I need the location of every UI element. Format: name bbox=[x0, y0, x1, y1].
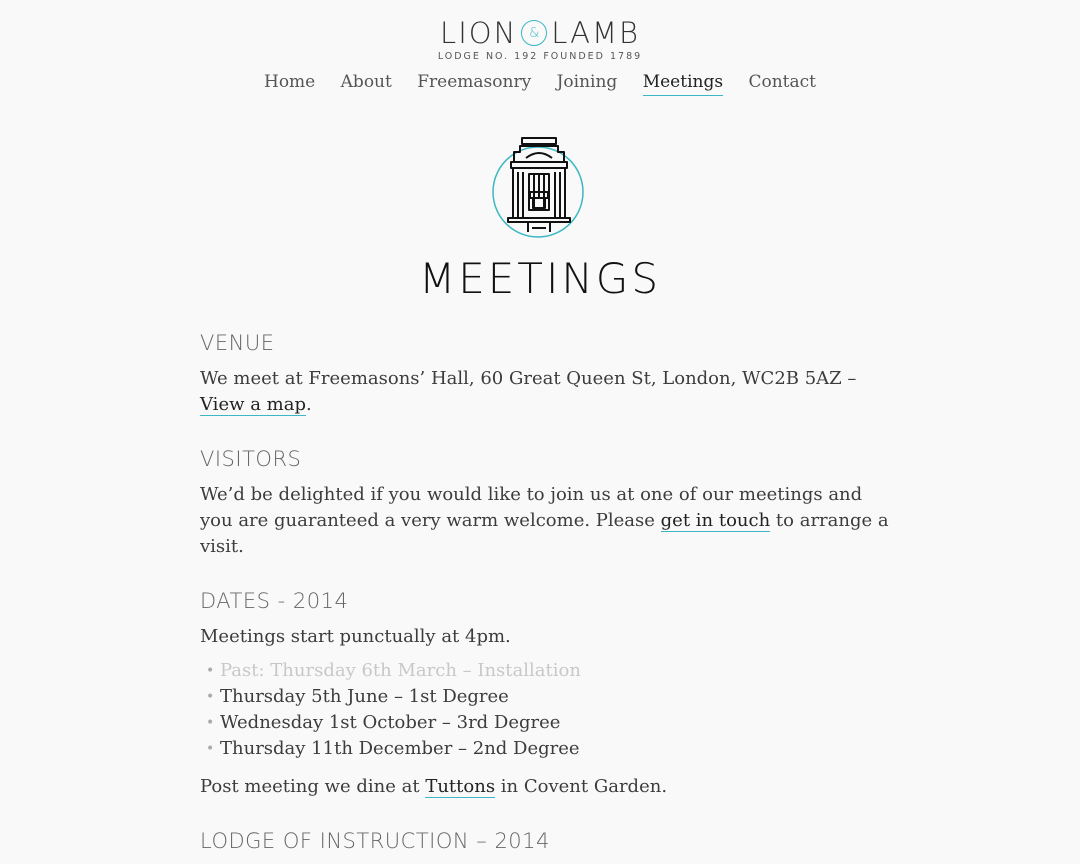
logo-word-lion: LION bbox=[440, 16, 518, 50]
dine-text: Post meeting we dine at Tuttons in Coven… bbox=[200, 774, 890, 800]
dine-prefix: Post meeting we dine at bbox=[200, 776, 426, 797]
view-map-link[interactable]: View a map bbox=[200, 394, 306, 416]
list-item: Past: Thursday 6th March – Installation bbox=[200, 658, 890, 684]
list-item: Thursday 11th December – 2nd Degree bbox=[200, 736, 890, 762]
visitors-heading: VISITORS bbox=[200, 447, 302, 471]
venue-text: We meet at Freemasons’ Hall, 60 Great Qu… bbox=[200, 366, 890, 418]
nav-item-joining[interactable]: Joining bbox=[557, 72, 618, 95]
venue-suffix: . bbox=[306, 394, 312, 415]
main-nav: Home About Freemasonry Joining Meetings … bbox=[0, 72, 1080, 96]
nav-item-meetings[interactable]: Meetings bbox=[642, 72, 724, 96]
freemasons-hall-icon bbox=[492, 137, 584, 238]
dine-suffix: in Covent Garden. bbox=[495, 776, 668, 797]
venue-address: We meet at Freemasons’ Hall, 60 Great Qu… bbox=[200, 368, 857, 389]
nav-item-contact[interactable]: Contact bbox=[748, 72, 816, 95]
logo-word-lamb: LAMB bbox=[551, 16, 640, 50]
dates-heading: DATES - 2014 bbox=[200, 589, 349, 613]
page-title: MEETINGS bbox=[419, 254, 661, 303]
nav-item-about[interactable]: About bbox=[341, 72, 392, 95]
instruction-heading: LODGE OF INSTRUCTION – 2014 bbox=[200, 829, 550, 853]
main-content: VENUE We meet at Freemasons’ Hall, 60 Gr… bbox=[200, 330, 890, 864]
list-item: Wednesday 1st October – 3rd Degree bbox=[200, 710, 890, 736]
ampersand-circle-icon: & bbox=[521, 20, 548, 46]
dates-intro: Meetings start punctually at 4pm. bbox=[200, 626, 511, 647]
nav-item-home[interactable]: Home bbox=[264, 72, 315, 95]
nav-item-freemasonry[interactable]: Freemasonry bbox=[417, 72, 531, 95]
hero bbox=[0, 136, 1080, 244]
tuttons-link[interactable]: Tuttons bbox=[425, 776, 496, 798]
list-item: Thursday 5th June – 1st Degree bbox=[200, 684, 890, 710]
get-in-touch-link[interactable]: get in touch bbox=[660, 510, 771, 532]
logo-wordmark[interactable]: LION & LAMB bbox=[440, 16, 640, 50]
site-logo[interactable]: LION & LAMB LODGE NO. 192 FOUNDED 1789 bbox=[0, 16, 1080, 62]
dates-list: Past: Thursday 6th March – Installation … bbox=[200, 658, 890, 762]
site-header: LION & LAMB LODGE NO. 192 FOUNDED 1789 H… bbox=[0, 0, 1080, 120]
logo-tagline: LODGE NO. 192 FOUNDED 1789 bbox=[437, 51, 643, 62]
venue-heading: VENUE bbox=[200, 331, 275, 355]
visitors-text: We’d be delighted if you would like to j… bbox=[200, 482, 890, 560]
